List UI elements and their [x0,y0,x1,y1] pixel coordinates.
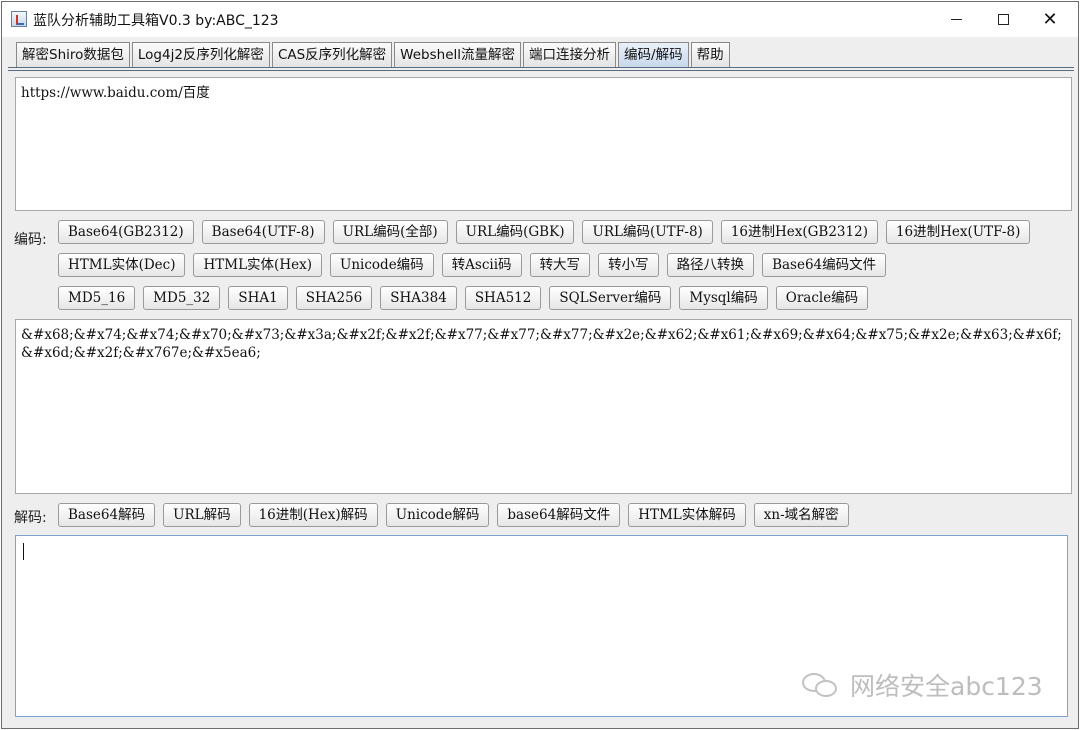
sha256-button[interactable]: SHA256 [295,286,373,310]
watermark: 网络安全abc123 [802,667,1043,703]
sha512-button[interactable]: SHA512 [464,286,542,310]
hex-gb2312-button[interactable]: 16进制Hex(GB2312) [720,220,878,244]
md5-16-button[interactable]: MD5_16 [58,286,136,310]
minimize-button[interactable] [933,2,979,37]
text-caret [23,543,24,560]
base64-encode-file-button[interactable]: Base64编码文件 [762,253,887,277]
unicode-decode-button[interactable]: Unicode解码 [385,503,490,527]
maximize-icon [997,14,1009,25]
html-entity-dec-button[interactable]: HTML实体(Dec) [58,253,186,277]
sha1-button[interactable]: SHA1 [228,286,288,310]
tab-port-analysis[interactable]: 端口连接分析 [523,42,617,67]
url-encode-all-button[interactable]: URL编码(全部) [332,220,448,244]
base64-decode-button[interactable]: Base64解码 [58,503,156,527]
to-ascii-button[interactable]: 转Ascii码 [441,253,522,277]
html-entity-hex-button[interactable]: HTML实体(Hex) [193,253,322,277]
tab-webshell[interactable]: Webshell流量解密 [394,42,522,67]
md5-32-button[interactable]: MD5_32 [143,286,221,310]
tab-divider [8,67,1074,68]
tab-cas[interactable]: CAS反序列化解密 [271,42,393,67]
base64-utf8-button[interactable]: Base64(UTF-8) [201,220,325,244]
close-icon: ✕ [1042,8,1058,30]
input-textarea[interactable]: https://www.baidu.com/百度 [15,77,1072,211]
to-lowercase-button[interactable]: 转小写 [598,253,659,277]
wechat-icon [802,669,842,701]
base64-gb2312-button[interactable]: Base64(GB2312) [58,220,194,244]
app-window: 蓝队分析辅助工具箱V0.3 by:ABC_123 ✕ 解密Shiro数据包 Lo… [1,1,1079,729]
unicode-encode-button[interactable]: Unicode编码 [329,253,434,277]
decode-label: 解码: [14,510,47,526]
decode-row: Base64解码 URL解码 16进制(Hex)解码 Unicode解码 bas… [58,503,849,527]
sqlserver-encode-button[interactable]: SQLServer编码 [549,286,672,310]
sha384-button[interactable]: SHA384 [380,286,457,310]
hex-decode-button[interactable]: 16进制(Hex)解码 [248,503,378,527]
mysql-encode-button[interactable]: Mysql编码 [679,286,768,310]
title-bar: 蓝队分析辅助工具箱V0.3 by:ABC_123 ✕ [2,2,1078,37]
tab-encode-decode[interactable]: 编码/解码 [618,42,689,67]
tab-shiro[interactable]: 解密Shiro数据包 [16,42,130,67]
oracle-encode-button[interactable]: Oracle编码 [775,286,869,310]
maximize-button[interactable] [980,2,1026,37]
url-decode-button[interactable]: URL解码 [163,503,241,527]
minimize-icon [950,19,962,20]
tab-divider [8,70,1074,71]
close-button[interactable]: ✕ [1027,2,1073,37]
encode-row-3: MD5_16 MD5_32 SHA1 SHA256 SHA384 SHA512 … [58,286,869,310]
encode-label: 编码: [14,232,47,248]
tab-log4j2[interactable]: Log4j2反序列化解密 [131,42,270,67]
encode-row-1: Base64(GB2312) Base64(UTF-8) URL编码(全部) U… [58,220,1031,244]
encode-row-2: HTML实体(Dec) HTML实体(Hex) Unicode编码 转Ascii… [58,253,887,277]
url-encode-gbk-button[interactable]: URL编码(GBK) [455,220,575,244]
url-encode-utf8-button[interactable]: URL编码(UTF-8) [582,220,713,244]
html-entity-decode-button[interactable]: HTML实体解码 [628,503,746,527]
xn-domain-decode-button[interactable]: xn-域名解密 [753,503,849,527]
to-uppercase-button[interactable]: 转大写 [529,253,591,277]
watermark-text: 网络安全abc123 [850,672,1043,701]
window-title: 蓝队分析辅助工具箱V0.3 by:ABC_123 [33,13,279,29]
base64-decode-file-button[interactable]: base64解码文件 [497,503,621,527]
hex-utf8-button[interactable]: 16进制Hex(UTF-8) [885,220,1031,244]
tab-bar: 解密Shiro数据包 Log4j2反序列化解密 CAS反序列化解密 Webshe… [16,42,732,67]
encoded-output-textarea[interactable]: &#x68;&#x74;&#x74;&#x70;&#x73;&#x3a;&#x2… [15,319,1072,494]
path-convert-button[interactable]: 路径八转换 [666,253,755,277]
tab-help[interactable]: 帮助 [690,42,730,67]
java-app-icon [11,11,27,27]
